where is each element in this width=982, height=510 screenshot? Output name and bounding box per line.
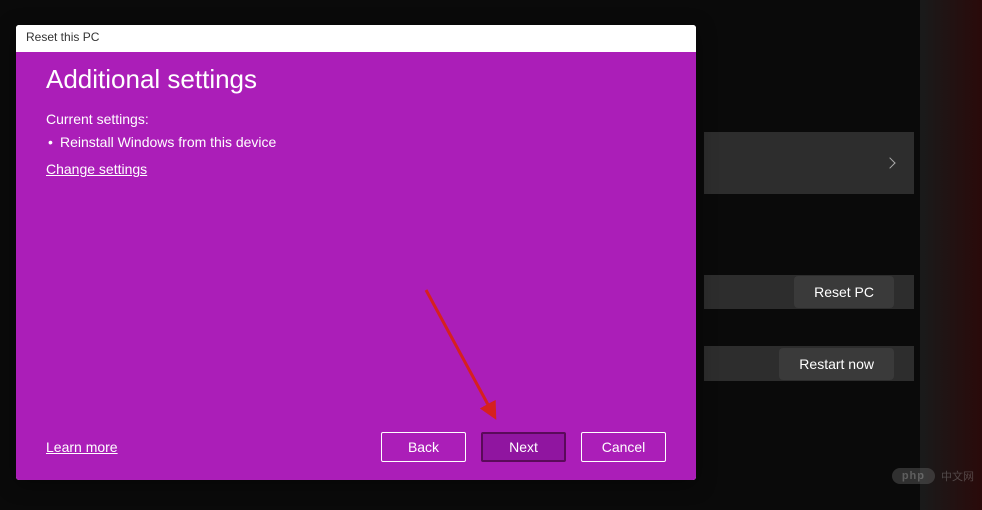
back-button[interactable]: Back xyxy=(381,432,466,462)
change-settings-link[interactable]: Change settings xyxy=(46,161,666,177)
watermark: php 中文网 xyxy=(892,468,974,484)
dialog-footer: Learn more Back Next Cancel xyxy=(46,432,666,462)
settings-list-item: Reinstall Windows from this device xyxy=(46,131,666,153)
dialog-body: Additional settings Current settings: Re… xyxy=(16,52,696,480)
next-button[interactable]: Next xyxy=(481,432,566,462)
cancel-button[interactable]: Cancel xyxy=(581,432,666,462)
watermark-badge: php xyxy=(892,468,935,484)
bg-reset-row: Reset PC xyxy=(704,275,914,309)
watermark-text: 中文网 xyxy=(941,468,974,484)
dialog-title: Reset this PC xyxy=(16,25,696,52)
dialog-heading: Additional settings xyxy=(46,64,666,95)
reset-pc-dialog: Reset this PC Additional settings Curren… xyxy=(16,25,696,480)
chevron-right-icon xyxy=(884,157,895,168)
settings-list: Reinstall Windows from this device xyxy=(46,131,666,153)
learn-more-link[interactable]: Learn more xyxy=(46,439,366,455)
reset-pc-button[interactable]: Reset PC xyxy=(794,276,894,308)
bg-restart-row: Restart now xyxy=(704,346,914,381)
restart-now-button[interactable]: Restart now xyxy=(779,348,894,380)
current-settings-label: Current settings: xyxy=(46,111,666,127)
bg-panel-row[interactable] xyxy=(704,132,914,194)
